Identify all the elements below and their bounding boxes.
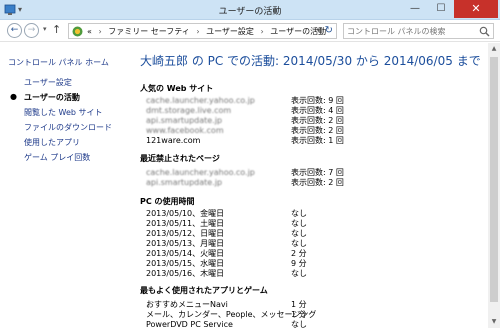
website-name: 121ware.com [146,136,201,145]
forward-button[interactable]: → [24,23,39,38]
app-time: 1 分 [291,300,307,309]
usage-time: なし [291,269,307,278]
usage-time: なし [291,239,307,248]
search-box[interactable] [343,23,494,39]
usage-row: 2013/05/10、金曜日 なし [146,209,476,219]
usage-date: 2013/05/15、水曜日 [146,259,225,268]
website-name: api.smartupdate.jp [146,116,223,125]
blocked-site-name: api.smartupdate.jp [146,178,223,187]
title-bar: ▾ ユーザーの活動 — ☐ ✕ [0,0,500,20]
visit-count: 表示回数: 4 回 [291,106,344,115]
user-activity-window: ▾ ユーザーの活動 — ☐ ✕ ← → ▾ ↑ « › ファミリー セーフティ … [0,0,500,328]
back-button[interactable]: ← [7,23,22,38]
breadcrumb-family-safety[interactable]: ファミリー セーフティ [108,27,190,36]
vertical-scrollbar[interactable]: ▲ ▼ [488,43,500,328]
visit-count: 表示回数: 2 回 [291,116,344,125]
sidebar-item-user-activity[interactable]: ユーザーの活動 [24,92,80,103]
sidebar-item-downloads[interactable]: ファイルのダウンロード [24,122,112,133]
usage-time: なし [291,209,307,218]
breadcrumb-separator: › [98,27,102,36]
usage-time: 2 分 [291,249,307,258]
website-name: dmt.storage.live.com [146,106,232,115]
section-top-apps: 最もよく使用されたアプリとゲーム [140,286,268,295]
search-input[interactable] [347,26,475,37]
app-name: おすすめメニューNavi [146,300,228,309]
usage-row: 2013/05/13、月曜日 なし [146,239,476,249]
section-popular-websites: 人気の Web サイト [140,84,214,93]
blocked-row: cache.launcher.yahoo.co.jp 表示回数: 7 回 [146,168,476,178]
activity-report: 大崎五郎 の PC での活動: 2014/05/30 から 2014/06/05… [130,43,488,328]
section-blocked-pages: 最近禁止されたページ [140,154,220,163]
breadcrumb-user-settings[interactable]: ユーザー設定 [206,27,254,36]
usage-time: 9 分 [291,259,307,268]
sidebar-item-apps[interactable]: 使用したアプリ [24,137,80,148]
usage-time: なし [291,219,307,228]
up-button[interactable]: ↑ [52,23,61,36]
sidebar-item-game-plays[interactable]: ゲーム プレイ回数 [24,152,90,163]
sidebar: コントロール パネル ホーム ユーザー設定 ● ユーザーの活動 閲覧した Web… [0,43,130,328]
breadcrumb-overflow[interactable]: « [87,27,92,36]
refresh-icon[interactable]: ↻ [325,25,333,36]
breadcrumb-separator: › [260,27,264,36]
usage-date: 2013/05/14、火曜日 [146,249,225,258]
sidebar-item-websites[interactable]: 閲覧した Web サイト [24,107,103,118]
usage-row: 2013/05/11、土曜日 なし [146,219,476,229]
usage-date: 2013/05/11、土曜日 [146,219,225,228]
blocked-count: 表示回数: 7 回 [291,168,344,177]
visit-count: 表示回数: 1 回 [291,136,344,145]
app-time: なし [291,320,307,328]
page-title: 大崎五郎 の PC での活動: 2014/05/30 から 2014/06/05… [140,54,481,68]
address-bar[interactable]: « › ファミリー セーフティ › ユーザー設定 › ユーザーの活動 ▾ ↻ [68,23,337,39]
usage-time: なし [291,229,307,238]
usage-date: 2013/05/16、木曜日 [146,269,225,278]
blocked-site-name: cache.launcher.yahoo.co.jp [146,168,255,177]
usage-row: 2013/05/14、火曜日 2 分 [146,249,476,259]
website-row: cache.launcher.yahoo.co.jp 表示回数: 9 回 [146,96,476,106]
close-button[interactable]: ✕ [454,0,498,18]
navigation-bar: ← → ▾ ↑ « › ファミリー セーフティ › ユーザー設定 › ユーザーの… [0,20,500,42]
app-name: PowerDVD PC Service [146,320,233,328]
usage-row: 2013/05/12、日曜日 なし [146,229,476,239]
sidebar-home-link[interactable]: コントロール パネル ホーム [8,57,109,68]
visit-count: 表示回数: 9 回 [291,96,344,105]
website-row: www.facebook.com 表示回数: 2 回 [146,126,476,136]
scroll-up-arrow-icon[interactable]: ▲ [488,43,500,55]
app-time: 1 分 [291,310,307,319]
breadcrumb-separator: › [196,27,200,36]
blocked-row: api.smartupdate.jp 表示回数: 2 回 [146,178,476,188]
website-row: dmt.storage.live.com 表示回数: 4 回 [146,106,476,116]
app-row: おすすめメニューNavi 1 分 [146,300,476,310]
blocked-count: 表示回数: 2 回 [291,178,344,187]
website-name: www.facebook.com [146,126,224,135]
scroll-down-arrow-icon[interactable]: ▼ [488,316,500,328]
address-dropdown-icon[interactable]: ▾ [316,26,320,34]
search-icon[interactable] [479,26,490,37]
family-safety-icon [72,26,83,37]
usage-date: 2013/05/13、月曜日 [146,239,225,248]
usage-row: 2013/05/15、水曜日 9 分 [146,259,476,269]
website-name: cache.launcher.yahoo.co.jp [146,96,255,105]
scrollbar-thumb[interactable] [490,57,498,302]
maximize-button[interactable]: ☐ [428,0,454,18]
section-pc-usage: PC の使用時間 [140,197,195,206]
minimize-button[interactable]: — [402,0,428,18]
usage-row: 2013/05/16、木曜日 なし [146,269,476,279]
breadcrumb: « › ファミリー セーフティ › ユーザー設定 › ユーザーの活動 [87,26,326,37]
website-row: api.smartupdate.jp 表示回数: 2 回 [146,116,476,126]
usage-date: 2013/05/12、日曜日 [146,229,225,238]
visit-count: 表示回数: 2 回 [291,126,344,135]
app-row: PowerDVD PC Service なし [146,320,476,328]
app-row: メール、カレンダー、People、メッセージング 1 分 [146,310,476,320]
usage-date: 2013/05/10、金曜日 [146,209,225,218]
website-row: 121ware.com 表示回数: 1 回 [146,136,476,146]
active-bullet-icon: ● [10,92,17,101]
sidebar-item-user-settings[interactable]: ユーザー設定 [24,77,72,88]
recent-pages-chevron-icon[interactable]: ▾ [43,25,47,33]
